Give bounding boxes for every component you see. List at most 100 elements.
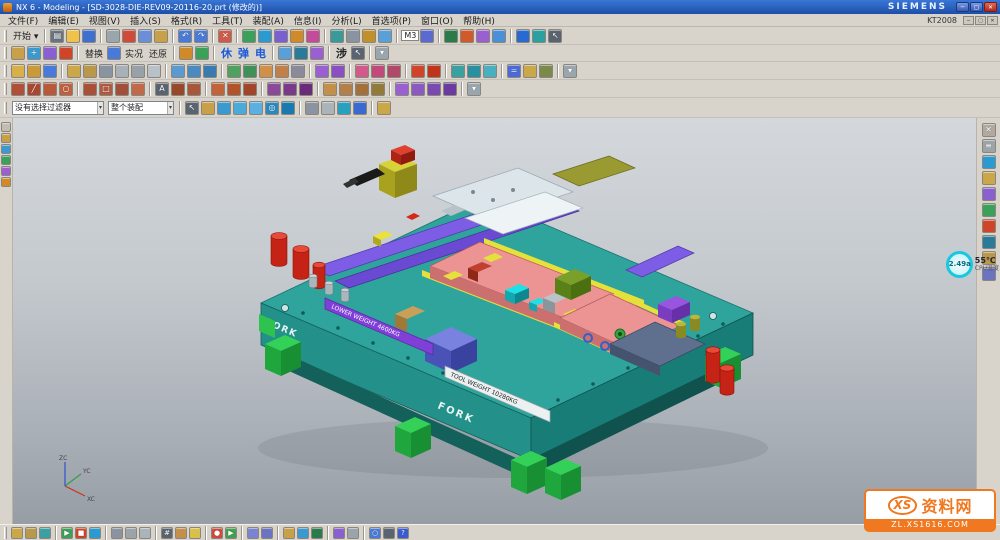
command-finder-icon[interactable]: ○	[369, 527, 381, 539]
child-restore-button[interactable]: ▢	[975, 16, 986, 25]
edge-blend-icon[interactable]	[227, 64, 241, 78]
wave-geometry-icon[interactable]	[294, 46, 308, 60]
subtract-icon[interactable]	[187, 64, 201, 78]
wcs-orient-icon[interactable]	[460, 29, 474, 43]
panel-menu-icon[interactable]: ≡	[982, 139, 996, 153]
ellipse-icon[interactable]	[187, 82, 201, 96]
cut-icon[interactable]	[122, 29, 136, 43]
minimize-button[interactable]: ─	[956, 2, 969, 12]
static-wireframe-icon[interactable]	[321, 101, 335, 115]
menu-file[interactable]: 文件(F)	[3, 14, 43, 27]
quick-trim-icon[interactable]	[211, 82, 225, 96]
thread-icon[interactable]	[291, 64, 305, 78]
snap-views-icon[interactable]	[982, 171, 996, 185]
layers-bottom-icon[interactable]	[311, 527, 323, 539]
child-close-button[interactable]: ✕	[987, 16, 998, 25]
replace-button[interactable]: 替换	[82, 47, 106, 60]
expression-icon[interactable]: =	[507, 64, 521, 78]
open-icon[interactable]	[66, 29, 80, 43]
viewport-3d-model[interactable]: FORK FORK	[13, 118, 976, 524]
assembly-constraints-icon[interactable]	[59, 46, 73, 60]
interpart-link-icon[interactable]	[278, 46, 292, 60]
material-icon[interactable]	[539, 64, 553, 78]
menu-preferences[interactable]: 首选项(P)	[367, 14, 416, 27]
menu-insert[interactable]: 插入(S)	[125, 14, 166, 27]
polygon-icon[interactable]	[115, 82, 129, 96]
studio-render-icon[interactable]	[337, 101, 351, 115]
filter-arrow-icon[interactable]: ↖	[351, 46, 365, 60]
angular-dimension-icon[interactable]	[283, 82, 297, 96]
arc-icon[interactable]	[43, 82, 57, 96]
first-frame-icon[interactable]	[111, 527, 123, 539]
snap-center-icon[interactable]: ◎	[265, 101, 279, 115]
fillet-curve-icon[interactable]	[83, 82, 97, 96]
preferences-icon[interactable]	[261, 527, 273, 539]
intersect-icon[interactable]	[203, 64, 217, 78]
face-edges-icon[interactable]	[353, 101, 367, 115]
part-navigator-bottom-icon[interactable]	[283, 527, 295, 539]
toolbar-grip[interactable]	[4, 65, 7, 77]
graphics-viewport[interactable]: FORK FORK	[13, 118, 976, 524]
scope-dropdown[interactable]: 整个装配▾	[108, 101, 174, 115]
sketch-icon[interactable]	[43, 64, 57, 78]
zoom-icon[interactable]	[274, 29, 288, 43]
ruler-icon[interactable]	[175, 527, 187, 539]
hole-icon[interactable]	[99, 64, 113, 78]
shaded-with-edges-icon[interactable]	[305, 101, 319, 115]
visualization-icon[interactable]	[982, 203, 996, 217]
sequence-icon[interactable]	[195, 46, 209, 60]
grid-icon[interactable]: #	[161, 527, 173, 539]
toolbar-grip[interactable]	[4, 527, 7, 539]
render-tools-icon[interactable]	[982, 187, 996, 201]
point-icon[interactable]	[467, 64, 481, 78]
boss-icon[interactable]	[115, 64, 129, 78]
measure-icon[interactable]	[523, 64, 537, 78]
upper-tower[interactable]	[343, 145, 417, 198]
trim-body-icon[interactable]	[411, 64, 425, 78]
add-component-icon[interactable]: +	[27, 46, 41, 60]
feature-more-icon[interactable]: ▾	[563, 64, 577, 78]
part-navigator-icon[interactable]	[1, 155, 11, 165]
pocket-icon[interactable]	[131, 64, 145, 78]
unite-icon[interactable]	[171, 64, 185, 78]
toolbar-grip[interactable]	[4, 30, 7, 42]
select-arrow-icon[interactable]: ↖	[548, 29, 562, 43]
restore-button[interactable]: 还原	[146, 47, 170, 60]
parallel-constraint-icon[interactable]	[323, 82, 337, 96]
spring-button[interactable]: 弹	[235, 45, 252, 61]
wireframe-mode-icon[interactable]	[346, 29, 360, 43]
general-selection-icon[interactable]: ↖	[185, 101, 199, 115]
new-file-icon[interactable]: ▤	[50, 29, 64, 43]
rest-button[interactable]: 休	[218, 45, 235, 61]
model-cube-icon[interactable]	[532, 29, 546, 43]
rotate-view-icon[interactable]	[306, 29, 320, 43]
interference-button[interactable]: 涉	[333, 45, 350, 61]
history-palette-icon[interactable]	[1, 177, 11, 187]
point-dialog-icon[interactable]	[11, 527, 23, 539]
notes-icon[interactable]	[189, 527, 201, 539]
assemblies-icon[interactable]	[11, 46, 25, 60]
menu-view[interactable]: 视图(V)	[84, 14, 125, 27]
extrude-icon[interactable]	[67, 64, 81, 78]
move-component-icon[interactable]	[43, 46, 57, 60]
tangent-constraint-icon[interactable]	[355, 82, 369, 96]
next-frame-icon[interactable]	[139, 527, 151, 539]
orient-view-icon[interactable]	[362, 29, 376, 43]
menu-help[interactable]: 帮助(H)	[458, 14, 500, 27]
rectangle-icon[interactable]: □	[99, 82, 113, 96]
vector-dialog-icon[interactable]	[25, 527, 37, 539]
show-hide-icon[interactable]	[492, 29, 506, 43]
pattern-feature-icon[interactable]	[315, 64, 329, 78]
shell-icon[interactable]	[259, 64, 273, 78]
snap-point-icon[interactable]	[217, 101, 231, 115]
mirror-feature-icon[interactable]	[331, 64, 345, 78]
plane-icon[interactable]	[483, 64, 497, 78]
type-filter-dropdown[interactable]: 没有选择过滤器▾	[12, 101, 104, 115]
toolbar-grip[interactable]	[4, 47, 7, 59]
live-button[interactable]: 实况	[122, 47, 146, 60]
coincident-constraint-icon[interactable]	[371, 82, 385, 96]
arrangements-icon[interactable]	[107, 46, 121, 60]
object-display-icon[interactable]	[476, 29, 490, 43]
snap-end-icon[interactable]	[233, 101, 247, 115]
electrode-button[interactable]: 电	[252, 45, 269, 61]
